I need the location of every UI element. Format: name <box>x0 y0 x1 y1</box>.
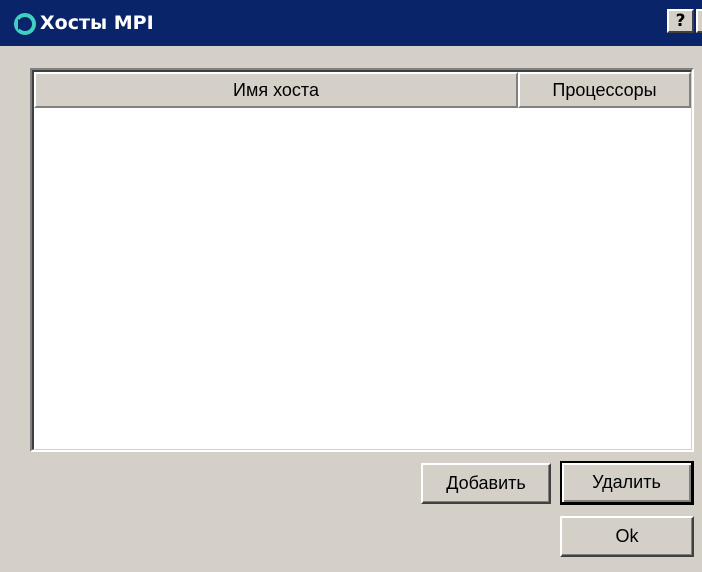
hosts-list-header: Имя хоста Процессоры <box>34 72 691 108</box>
app-swirl-icon <box>14 13 36 35</box>
column-header-host-name[interactable]: Имя хоста <box>34 72 518 108</box>
help-button[interactable]: ? <box>667 9 694 33</box>
hosts-list-frame: Имя хоста Процессоры <box>32 70 692 450</box>
close-button[interactable]: ✕ <box>696 9 702 33</box>
ok-button[interactable]: Ok <box>560 516 694 557</box>
mpi-hosts-dialog: Хосты MPI ? ✕ Имя хоста Процессоры Добав… <box>0 0 702 572</box>
title-bar[interactable]: Хосты MPI ? ✕ <box>0 0 702 46</box>
column-header-processors[interactable]: Процессоры <box>518 72 691 108</box>
remove-button[interactable]: Удалить <box>560 461 694 505</box>
add-button[interactable]: Добавить <box>421 463 551 504</box>
window-title: Хосты MPI <box>40 12 154 34</box>
hosts-list-body[interactable] <box>34 108 691 449</box>
hosts-list[interactable]: Имя хоста Процессоры <box>30 68 694 452</box>
